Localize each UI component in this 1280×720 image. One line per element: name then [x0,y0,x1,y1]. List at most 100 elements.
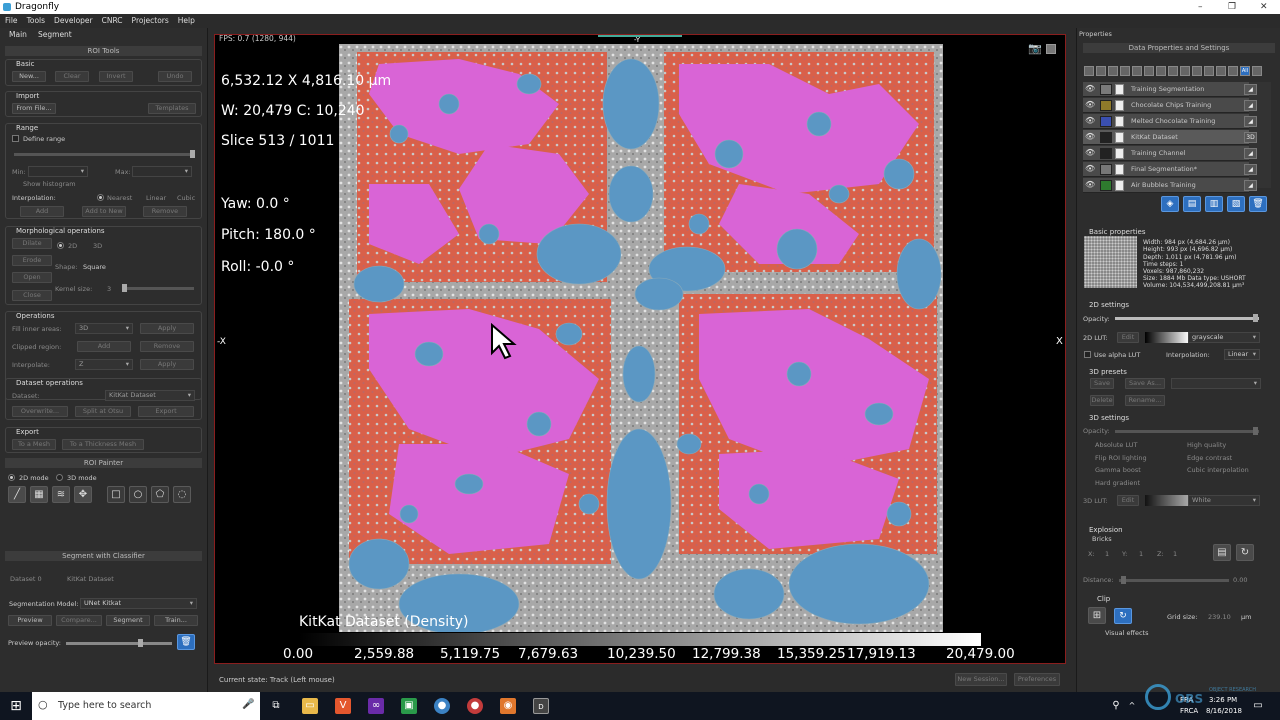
visibility-eye-icon[interactable]: 👁 [1085,100,1095,110]
layer-view-tag[interactable]: ◢ [1244,148,1257,159]
range-add-to-new-button[interactable]: Add to New [82,206,126,217]
clipped-add-button[interactable]: Add [77,341,131,352]
visibility-eye-icon[interactable]: 👁 [1085,84,1095,94]
menu-help[interactable]: Help [178,14,195,28]
split-otsu-button[interactable]: Split at Otsu [75,406,131,417]
taskbar-search-box[interactable]: ○ Type here to search 🎤 [32,692,260,720]
morph-2d-radio[interactable] [57,242,64,249]
brush-tool-icon[interactable]: ╱ [8,486,26,503]
tab-main[interactable]: Main [9,30,27,39]
morph-3d-label[interactable]: 3D [93,242,102,250]
visibility-eye-icon[interactable]: 👁 [1085,180,1095,190]
menu-file[interactable]: File [5,14,18,28]
graph-filter-icon[interactable] [1180,66,1190,76]
compare-button[interactable]: Compare... [56,615,102,626]
microphone-icon[interactable]: 🎤 [242,699,254,710]
fill-inner-areas-select[interactable]: 3D [75,323,133,334]
preview-button[interactable]: Preview [8,615,52,626]
fill-tool-icon[interactable]: ≋ [52,486,70,503]
to-mesh-button[interactable]: To a Mesh [12,439,56,450]
export-doc-icon[interactable]: ▥ [1205,196,1223,212]
layer-row[interactable]: 👁 Melted Chocolate Training ◢ [1083,114,1257,129]
preset-save-button[interactable]: Save [1090,378,1114,389]
clone-icon[interactable]: ◈ [1161,196,1179,212]
trash-icon[interactable]: 🗑 [177,634,195,650]
annotation-filter-icon[interactable] [1168,66,1178,76]
painter-2d-radio[interactable] [8,474,15,481]
layer-color-swatch[interactable] [1100,180,1112,191]
clip-refresh-icon[interactable]: ↻ [1114,608,1132,624]
visual-effects-label[interactable]: Visual effects [1105,629,1148,637]
all-filter-button[interactable]: All [1240,66,1250,76]
range-add-button[interactable]: Add [20,206,64,217]
layer-view-tag[interactable]: ◢ [1244,164,1257,175]
layer-view-tag[interactable]: ◢ [1244,100,1257,111]
menu-tools[interactable]: Tools [27,14,45,28]
high-quality-label[interactable]: High quality [1187,441,1226,449]
open-button[interactable]: Open [12,272,52,283]
people-icon[interactable]: ⚲ [1108,698,1124,714]
alpha-lut-checkbox[interactable] [1084,351,1091,358]
layer-row[interactable]: 👁 Air Bubbles Training ◢ [1083,178,1257,193]
keyboard-indicator[interactable]: FRCA [1180,707,1198,715]
brick-z-value[interactable]: 1 [1173,550,1177,558]
grid-size-value[interactable]: 239.10 [1208,613,1231,621]
range-remove-button[interactable]: Remove [143,206,187,217]
polygon-tool-icon[interactable]: ⬠ [151,486,169,503]
camera-icon[interactable]: 📷 [1028,42,1042,55]
close-morph-button[interactable]: Close [12,290,52,301]
brick-y-value[interactable]: 1 [1139,550,1143,558]
vivaldi-icon[interactable]: V [335,698,351,714]
kernel-size-value[interactable]: 3 [107,285,111,293]
menu-cnrc[interactable]: CNRC [102,14,123,28]
layer-color-swatch[interactable] [1100,100,1112,111]
range-slider[interactable] [14,150,195,158]
painter-3d-radio[interactable] [56,474,63,481]
layer-color-swatch[interactable] [1100,132,1112,143]
morph-title[interactable]: Morphological operations [16,227,105,235]
app-icon-orange[interactable]: ◉ [500,698,516,714]
menu-developer[interactable]: Developer [54,14,93,28]
edge-contrast-label[interactable]: Edge contrast [1187,454,1232,462]
train-button[interactable]: Train... [154,615,198,626]
max-input[interactable] [132,166,192,177]
tab-segment[interactable]: Segment [38,30,72,39]
interpolate-apply-button[interactable]: Apply [140,359,194,370]
brick-x-value[interactable]: 1 [1105,550,1109,558]
classifier-dataset-value[interactable]: KitKat Dataset [67,575,114,583]
preferences-button[interactable]: Preferences [1014,673,1060,686]
layer-color-swatch[interactable] [1100,164,1112,175]
document-icon[interactable]: ▤ [1183,196,1201,212]
new-session-button[interactable]: New Session... [955,673,1007,686]
layer-color-swatch[interactable] [1100,116,1112,127]
chrome-icon[interactable]: ● [434,698,450,714]
layer-view-tag[interactable]: 3D [1244,132,1257,143]
delete-icon[interactable]: 🗑 [1249,196,1267,212]
menu-projectors[interactable]: Projectors [132,14,169,28]
layer-color-swatch[interactable] [1100,148,1112,159]
grid-filter-icon[interactable] [1084,66,1094,76]
roi-tools-header[interactable]: ROI Tools [5,46,202,56]
options-filter-icon[interactable] [1252,66,1262,76]
clock-time[interactable]: 3:26 PM [1209,696,1237,704]
rectangle-tool-icon[interactable]: □ [107,486,125,503]
cubic-label[interactable]: Cubic [177,194,195,202]
2d-interpolation-select[interactable]: Linear [1224,349,1260,360]
data-properties-header[interactable]: Data Properties and Settings [1083,43,1275,53]
3d-lut-edit-button[interactable]: Edit [1117,495,1139,506]
3d-opacity-slider[interactable] [1115,427,1259,435]
kernel-size-slider[interactable] [122,284,194,292]
invert-button[interactable]: Invert [99,71,133,82]
clipped-remove-button[interactable]: Remove [140,341,194,352]
2d-settings-title[interactable]: 2D settings [1089,301,1129,309]
dataset-filter-icon[interactable] [1108,66,1118,76]
3d-lut-select[interactable]: White [1188,495,1260,506]
linear-label[interactable]: Linear [146,194,166,202]
3d-settings-title[interactable]: 3D settings [1089,414,1129,422]
ruler-filter-icon[interactable] [1096,66,1106,76]
layer-color-swatch[interactable] [1100,84,1112,95]
define-range-checkbox[interactable] [12,135,19,142]
dataset-ops-title[interactable]: Dataset operations [16,379,83,387]
new-roi-button[interactable]: New... [12,71,46,82]
segmentation-model-select[interactable]: UNet Kitkat [80,598,197,609]
